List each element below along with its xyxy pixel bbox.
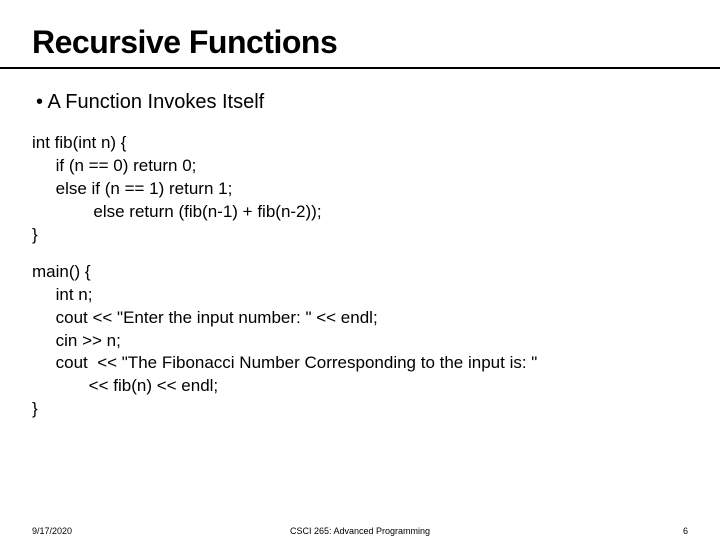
slide: Recursive Functions • A Function Invokes… [0, 0, 720, 540]
code-block-main: main() { int n; cout << "Enter the input… [32, 261, 688, 422]
code-block-fib: int fib(int n) { if (n == 0) return 0; e… [32, 132, 688, 247]
slide-title: Recursive Functions [32, 24, 688, 67]
footer-course: CSCI 265: Advanced Programming [0, 526, 720, 536]
footer-page-number: 6 [683, 526, 688, 536]
bullet-subtitle: • A Function Invokes Itself [36, 91, 688, 114]
spacer [32, 247, 688, 261]
title-underline [0, 67, 720, 69]
